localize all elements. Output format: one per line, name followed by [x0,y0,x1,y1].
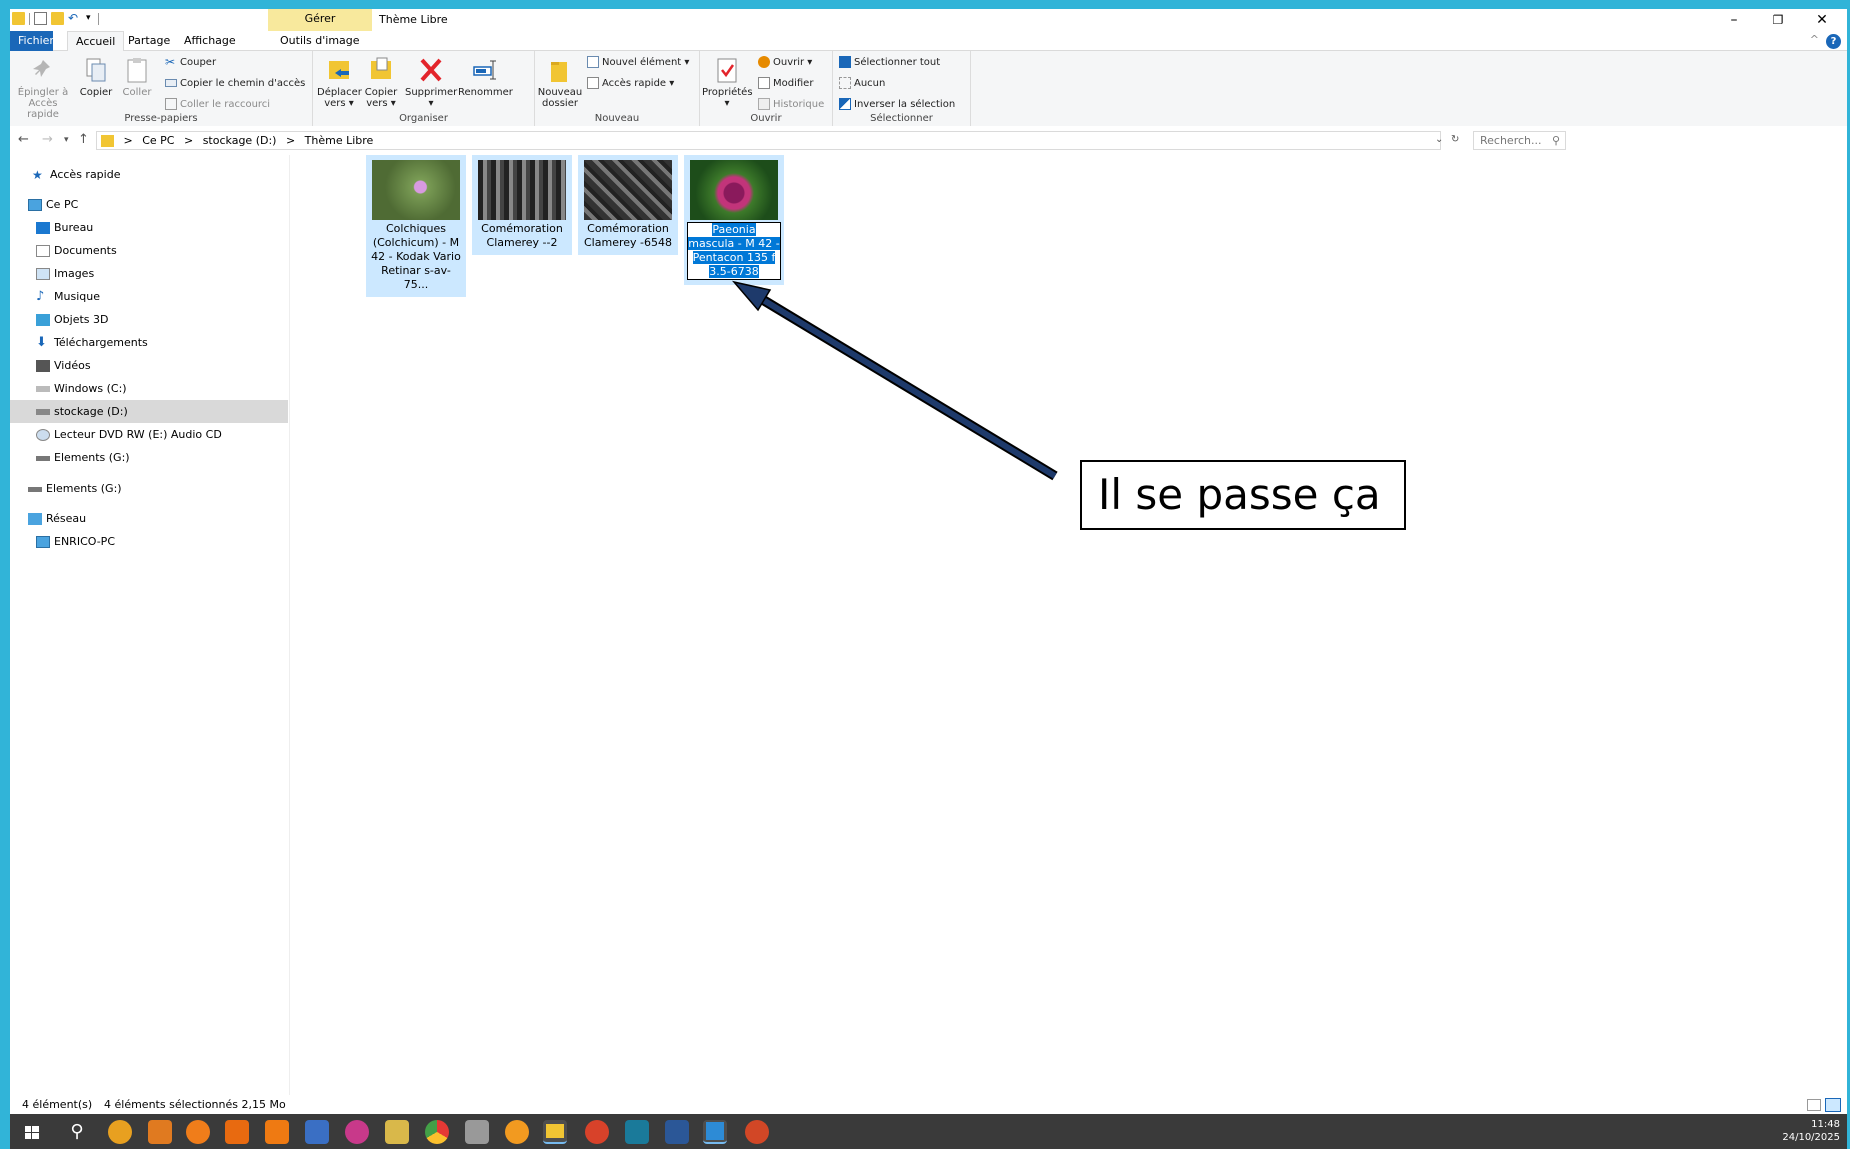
chrome-icon[interactable] [425,1120,449,1144]
app-icon[interactable] [225,1120,249,1144]
system-clock[interactable]: 11:48 24/10/2025 [1782,1118,1840,1144]
app-icon[interactable] [305,1120,329,1144]
folder-icon [546,1124,564,1138]
clock-date: 24/10/2025 [1782,1132,1840,1143]
app-icon[interactable] [585,1120,609,1144]
annotation-arrow [731,280,1058,481]
annotation-callout: Il se passe ça [1080,460,1406,530]
app-icon[interactable] [186,1120,210,1144]
browser-icon[interactable] [505,1120,529,1144]
file-explorer-icon[interactable] [543,1120,567,1144]
clock-time: 11:48 [1811,1119,1840,1130]
app-icon[interactable] [625,1120,649,1144]
app-icon[interactable] [148,1120,172,1144]
app-icon[interactable] [385,1120,409,1144]
instagram-icon[interactable] [345,1120,369,1144]
photos-icon [706,1122,724,1140]
word-icon[interactable] [665,1120,689,1144]
photos-app-icon[interactable] [703,1120,727,1144]
search-icon[interactable]: ⚲ [65,1120,89,1144]
app-icon[interactable] [265,1120,289,1144]
start-windows-icon[interactable] [20,1120,44,1144]
app-icon[interactable] [108,1120,132,1144]
taskbar: ⚲ 11:48 24/10/2025 [10,1114,1850,1149]
powerpoint-icon[interactable] [745,1120,769,1144]
app-icon[interactable] [465,1120,489,1144]
